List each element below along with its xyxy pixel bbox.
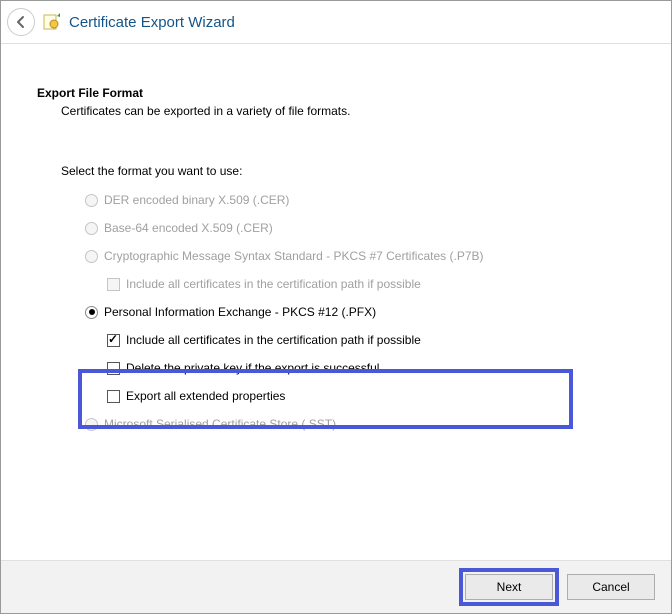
footer-bar: Next Cancel bbox=[1, 560, 671, 613]
back-arrow-icon bbox=[14, 15, 28, 29]
checkbox-pfx-include-label: Include all certificates in the certific… bbox=[126, 333, 421, 347]
radio-p7b: Cryptographic Message Syntax Standard - … bbox=[85, 246, 635, 266]
radio-base64: Base-64 encoded X.509 (.CER) bbox=[85, 218, 635, 238]
checkbox-icon bbox=[107, 390, 120, 403]
checkbox-icon bbox=[107, 362, 120, 375]
back-button[interactable] bbox=[7, 8, 35, 36]
section-subheading: Certificates can be exported in a variet… bbox=[61, 104, 635, 118]
checkbox-pfx-include[interactable]: Include all certificates in the certific… bbox=[107, 330, 635, 350]
window-title: Certificate Export Wizard bbox=[69, 14, 235, 31]
cancel-button[interactable]: Cancel bbox=[567, 574, 655, 600]
radio-icon bbox=[85, 222, 98, 235]
checkbox-icon bbox=[107, 278, 120, 291]
radio-pfx-label: Personal Information Exchange - PKCS #12… bbox=[104, 305, 376, 319]
radio-icon bbox=[85, 306, 98, 319]
checkbox-pfx-export-ext[interactable]: Export all extended properties bbox=[107, 386, 635, 406]
wizard-window: Certificate Export Wizard Export File Fo… bbox=[0, 0, 672, 614]
radio-icon bbox=[85, 250, 98, 263]
titlebar: Certificate Export Wizard bbox=[1, 1, 671, 44]
next-button[interactable]: Next bbox=[465, 574, 553, 600]
checkbox-pfx-delete-key-label: Delete the private key if the export is … bbox=[126, 361, 379, 375]
radio-der-label: DER encoded binary X.509 (.CER) bbox=[104, 193, 289, 207]
content-area: Export File Format Certificates can be e… bbox=[1, 44, 671, 560]
section-heading: Export File Format bbox=[37, 86, 635, 100]
radio-sst-label: Microsoft Serialised Certificate Store (… bbox=[104, 417, 336, 431]
highlight-annotation-next: Next bbox=[459, 568, 559, 606]
radio-base64-label: Base-64 encoded X.509 (.CER) bbox=[104, 221, 273, 235]
certificate-icon bbox=[43, 13, 61, 31]
radio-sst: Microsoft Serialised Certificate Store (… bbox=[85, 414, 635, 434]
radio-pfx[interactable]: Personal Information Exchange - PKCS #12… bbox=[85, 302, 635, 322]
radio-icon bbox=[85, 418, 98, 431]
checkbox-p7b-include-label: Include all certificates in the certific… bbox=[126, 277, 421, 291]
checkbox-pfx-export-ext-label: Export all extended properties bbox=[126, 389, 285, 403]
checkbox-pfx-delete-key[interactable]: Delete the private key if the export is … bbox=[107, 358, 635, 378]
radio-der: DER encoded binary X.509 (.CER) bbox=[85, 190, 635, 210]
checkbox-p7b-include: Include all certificates in the certific… bbox=[107, 274, 635, 294]
radio-p7b-label: Cryptographic Message Syntax Standard - … bbox=[104, 249, 484, 263]
radio-icon bbox=[85, 194, 98, 207]
checkbox-icon bbox=[107, 334, 120, 347]
format-options: DER encoded binary X.509 (.CER) Base-64 … bbox=[85, 190, 635, 434]
format-select-label: Select the format you want to use: bbox=[61, 164, 635, 178]
